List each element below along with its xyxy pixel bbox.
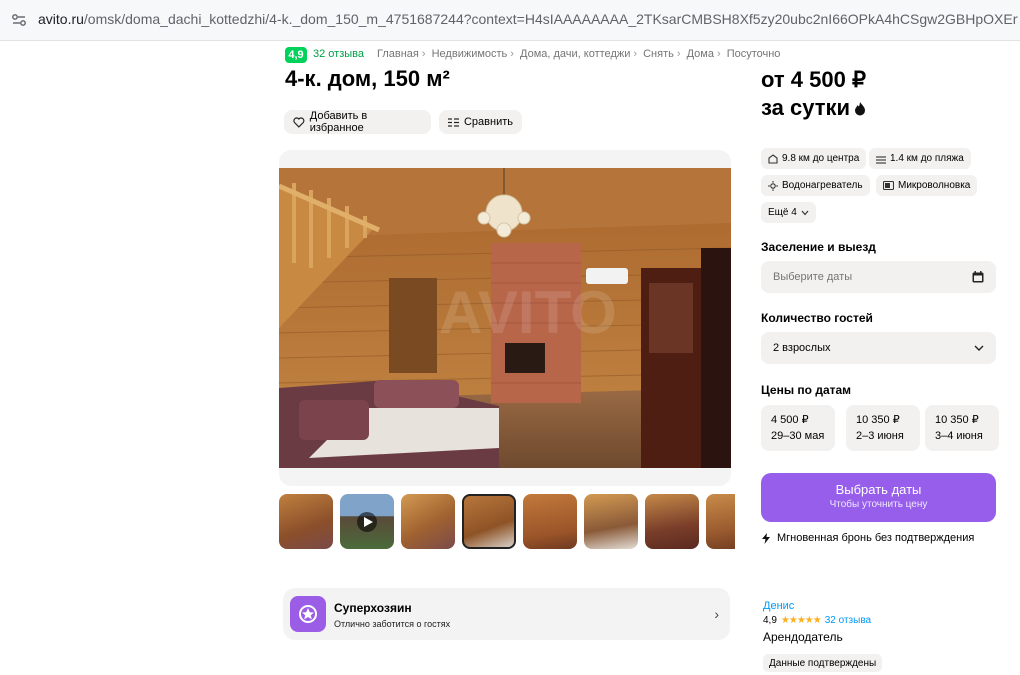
breadcrumb: Главная › Недвижимость › Дома, дачи, котте… (377, 48, 781, 60)
price-amount: от 4 500 ₽ (761, 67, 866, 92)
feature-chip-label: Микроволновка (898, 180, 971, 191)
host-name-link[interactable]: Денис (763, 600, 794, 612)
date-price-dates: 29–30 мая (771, 430, 825, 442)
price-period: за сутки (761, 95, 851, 120)
interior-photo: AVITO (279, 168, 731, 468)
url-path: /omsk/doma_dachi_kottedzhi/4-k._dom_150_… (83, 11, 1018, 27)
thumbnail[interactable] (645, 494, 699, 549)
feature-chip: 9.8 км до центра (761, 148, 867, 169)
select-dates-label: Выбрать даты (835, 482, 922, 497)
instant-booking-label: Мгновенная бронь без подтверждения (777, 532, 975, 544)
date-price-card[interactable]: 4 500 ₽ 29–30 мая (761, 405, 835, 451)
heater-icon (768, 180, 778, 191)
date-price-card[interactable]: 10 350 ₽ 3–4 июня (925, 405, 999, 451)
guests-section-label: Количество гостей (761, 311, 873, 325)
feature-chip-label: 9.8 км до центра (782, 153, 860, 164)
show-more-chips-button[interactable]: Ещё 4 (761, 202, 816, 223)
breadcrumb-item[interactable]: Дома (687, 48, 714, 60)
site-settings-icon[interactable] (10, 11, 28, 29)
guests-value: 2 взрослых (773, 342, 831, 354)
superhost-title: Суперхозяин (334, 601, 412, 615)
url-text[interactable]: avito.ru/omsk/doma_dachi_kottedzhi/4-k._… (38, 11, 1018, 27)
star-rating-icon: ★★★★★ (780, 615, 822, 626)
thumbnail[interactable] (523, 494, 577, 549)
breadcrumb-item[interactable]: Снять (643, 48, 674, 60)
verified-badge: Данные подтверждены (763, 654, 883, 672)
select-dates-button[interactable]: Выбрать даты Чтобы уточнить цену (761, 473, 996, 522)
chevron-down-icon (974, 345, 984, 351)
heart-icon (293, 116, 305, 128)
svg-text:AVITO: AVITO (439, 279, 617, 346)
breadcrumb-item[interactable]: Дома, дачи, коттеджи (520, 48, 630, 60)
host-role: Арендодатель (763, 630, 843, 644)
feature-chip: 1.4 км до пляжа (869, 148, 971, 169)
thumbnail-selected[interactable] (462, 494, 516, 549)
thumbnail[interactable] (706, 494, 735, 549)
show-more-label: Ещё 4 (768, 207, 797, 218)
select-dates-sublabel: Чтобы уточнить цену (829, 499, 928, 510)
lightning-icon (762, 532, 770, 544)
thumbnail-video[interactable] (340, 494, 394, 549)
feature-chip: Водонагреватель (761, 175, 870, 196)
superhost-badge-icon (290, 596, 326, 632)
thumbnail[interactable] (401, 494, 455, 549)
compare-button[interactable]: Сравнить (439, 110, 522, 134)
date-price-card[interactable]: 10 350 ₽ 2–3 июня (846, 405, 920, 451)
date-picker-field[interactable]: Выберите даты (761, 261, 996, 293)
fire-icon (855, 101, 866, 115)
date-placeholder: Выберите даты (773, 271, 853, 283)
chevron-right-icon: › (714, 606, 719, 622)
compare-label: Сравнить (463, 116, 513, 128)
play-icon (357, 512, 377, 532)
chevron-down-icon (801, 210, 809, 215)
feature-chip-label: 1.4 км до пляжа (890, 153, 964, 164)
microwave-icon (883, 181, 894, 190)
breadcrumb-item[interactable]: Посуточно (727, 48, 781, 60)
rating-badge: 4,9 (285, 47, 307, 63)
date-price-amount: 10 350 ₽ (935, 414, 979, 426)
host-rating-value: 4,9 (763, 615, 777, 626)
checkin-section-label: Заселение и выезд (761, 240, 876, 254)
beach-icon (876, 155, 886, 164)
url-domain: avito.ru (38, 11, 84, 27)
superhost-banner[interactable]: Суперхозяин Отлично заботится о гостях › (283, 588, 730, 640)
address-bar[interactable]: avito.ru/omsk/doma_dachi_kottedzhi/4-k._… (0, 0, 1020, 41)
feature-chip: Микроволновка (876, 175, 978, 196)
superhost-subtitle: Отлично заботится о гостях (334, 619, 451, 629)
add-to-favorites-button[interactable]: Добавить в избранное (284, 110, 431, 134)
breadcrumb-item[interactable]: Главная (377, 48, 419, 60)
distance-icon (768, 153, 778, 164)
host-reviews-link[interactable]: 32 отзыва (825, 615, 871, 626)
date-price-amount: 10 350 ₽ (856, 414, 900, 426)
page-title: 4-к. дом, 150 м² (285, 66, 450, 91)
add-to-favorites-label: Добавить в избранное (309, 110, 368, 134)
price: от 4 500 ₽ за сутки (761, 66, 866, 122)
reviews-link[interactable]: 32 отзыва (313, 48, 364, 60)
thumbnail-strip (279, 494, 735, 549)
calendar-icon (972, 271, 984, 283)
date-price-amount: 4 500 ₽ (771, 414, 809, 426)
guests-select[interactable]: 2 взрослых (761, 332, 996, 364)
instant-booking-note: Мгновенная бронь без подтверждения (762, 532, 974, 544)
breadcrumb-item[interactable]: Недвижимость (432, 48, 508, 60)
date-price-dates: 2–3 июня (856, 430, 904, 442)
feature-chip-label: Водонагреватель (782, 180, 863, 191)
main-photo[interactable]: AVITO (279, 168, 731, 468)
thumbnail[interactable] (584, 494, 638, 549)
date-price-dates: 3–4 июня (935, 430, 983, 442)
prices-section-label: Цены по датам (761, 383, 852, 397)
thumbnail[interactable] (279, 494, 333, 549)
compare-icon (448, 117, 459, 127)
host-rating: 4,9 ★★★★★ 32 отзыва (763, 615, 871, 626)
